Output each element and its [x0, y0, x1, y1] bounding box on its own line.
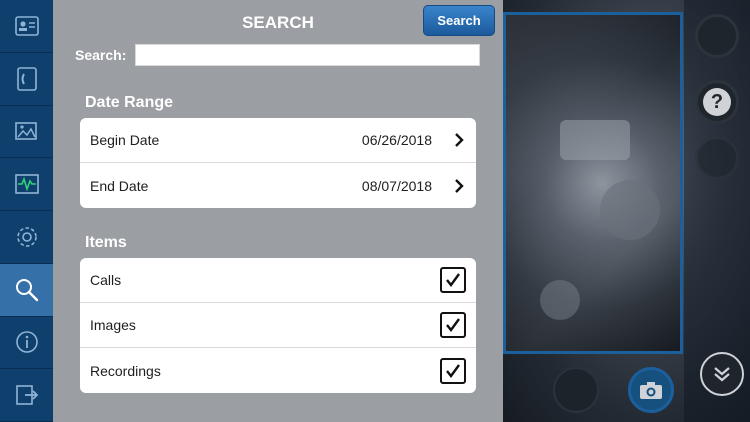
- search-button[interactable]: Search: [423, 5, 495, 36]
- exit-icon: [15, 385, 38, 405]
- end-date-label: End Date: [90, 177, 149, 194]
- images-checkbox[interactable]: [440, 312, 466, 338]
- gallery-icon: [14, 122, 37, 141]
- nav-waveform[interactable]: [0, 158, 53, 211]
- camera-icon: [640, 382, 662, 399]
- info-icon: [15, 331, 38, 354]
- engine-part: [540, 280, 580, 320]
- end-date-value: 08/07/2018: [361, 177, 432, 194]
- nav-contacts[interactable]: [0, 0, 53, 53]
- search-panel: SEARCH Search Search: Date Range Begin D…: [53, 0, 503, 422]
- nav-search[interactable]: [0, 263, 53, 317]
- help-button[interactable]: ?: [695, 80, 739, 124]
- nav-info[interactable]: [0, 317, 53, 370]
- images-row[interactable]: Images: [80, 303, 476, 348]
- camera-frame: [503, 12, 683, 354]
- nav-settings[interactable]: [0, 211, 53, 264]
- calls-checkbox[interactable]: [440, 267, 466, 293]
- calls-row[interactable]: Calls: [80, 258, 476, 303]
- contact-card-icon: [14, 16, 39, 36]
- items-title: Items: [85, 234, 127, 251]
- search-icon: [15, 278, 38, 301]
- images-label: Images: [90, 317, 136, 333]
- calls-label: Calls: [90, 272, 122, 288]
- recordings-row[interactable]: Recordings: [80, 348, 476, 393]
- engine-part: [600, 180, 660, 240]
- collapse-button[interactable]: [700, 352, 744, 396]
- dim-control-button[interactable]: [553, 367, 599, 413]
- phone-book-icon: [16, 66, 37, 91]
- recordings-label: Recordings: [90, 362, 161, 379]
- camera-button[interactable]: [628, 367, 674, 413]
- control-button[interactable]: [695, 136, 739, 180]
- date-range-card: Begin Date 06/26/2018 End Date 08/07/201…: [80, 118, 476, 208]
- checkmark-icon: [446, 273, 460, 287]
- nav-gallery[interactable]: [0, 106, 53, 159]
- chevron-right-icon: [455, 178, 464, 193]
- items-card: Calls Images Recordings: [80, 258, 476, 393]
- settings-gear-icon: [16, 227, 37, 247]
- date-range-title: Date Range: [85, 94, 174, 111]
- nav-exit[interactable]: [0, 369, 53, 422]
- begin-date-value: 06/26/2018: [361, 132, 432, 148]
- search-input[interactable]: [135, 44, 480, 66]
- engine-part: [560, 120, 630, 160]
- left-nav: [0, 0, 54, 422]
- waveform-icon: [14, 174, 39, 194]
- search-label: Search:: [75, 47, 127, 63]
- checkmark-icon: [446, 363, 460, 378]
- end-date-row[interactable]: End Date 08/07/2018: [80, 163, 476, 208]
- checkmark-icon: [446, 318, 460, 332]
- begin-date-row[interactable]: Begin Date 06/26/2018: [80, 118, 476, 163]
- double-chevron-down-icon: [714, 367, 730, 382]
- begin-date-label: Begin Date: [90, 132, 160, 148]
- help-icon: ?: [703, 88, 731, 116]
- record-button[interactable]: [695, 14, 739, 58]
- recordings-checkbox[interactable]: [440, 357, 466, 384]
- chevron-right-icon: [455, 133, 464, 147]
- nav-phonebook[interactable]: [0, 53, 53, 106]
